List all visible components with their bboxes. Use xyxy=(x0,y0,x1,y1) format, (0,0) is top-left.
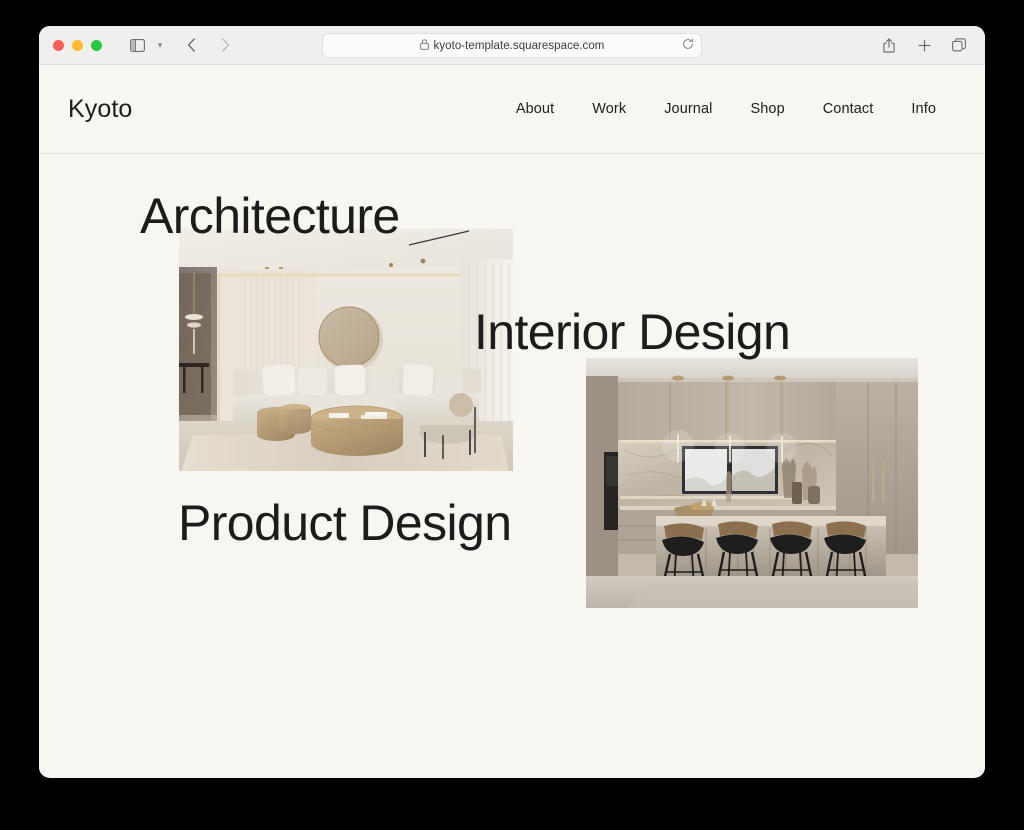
reload-button[interactable] xyxy=(682,37,694,55)
nav-item-work[interactable]: Work xyxy=(573,95,645,123)
reload-icon xyxy=(682,37,694,55)
forward-button[interactable] xyxy=(212,33,238,57)
nav-item-about[interactable]: About xyxy=(497,95,573,123)
heading-architecture[interactable]: Architecture xyxy=(140,191,400,241)
browser-toolbar: ▾ xyxy=(39,26,985,65)
nav-item-journal[interactable]: Journal xyxy=(645,95,731,123)
share-icon xyxy=(883,38,896,53)
address-bar[interactable]: kyoto-template.squarespace.com xyxy=(322,33,702,58)
page-content: Architecture Interior Design Product Des… xyxy=(39,154,985,777)
site-logo[interactable]: Kyoto xyxy=(68,95,132,124)
navigation-controls xyxy=(178,33,238,57)
kitchen-illustration xyxy=(586,358,918,608)
new-tab-icon xyxy=(918,39,931,52)
close-window-button[interactable] xyxy=(53,40,64,51)
url-text: kyoto-template.squarespace.com xyxy=(434,40,605,52)
heading-interior-design[interactable]: Interior Design xyxy=(474,307,790,357)
sidebar-dropdown-button[interactable]: ▾ xyxy=(152,40,168,51)
forward-arrow-icon xyxy=(221,38,230,52)
url-display: kyoto-template.squarespace.com xyxy=(420,37,605,55)
living-room-photo[interactable] xyxy=(179,229,513,471)
main-navigation: About Work Journal Shop Contact Info xyxy=(497,95,955,123)
living-room-illustration xyxy=(179,229,513,471)
sidebar-toggle-icon xyxy=(130,39,145,52)
nav-item-contact[interactable]: Contact xyxy=(804,95,893,123)
window-controls xyxy=(53,40,102,51)
sidebar-controls: ▾ xyxy=(124,33,168,57)
nav-item-info[interactable]: Info xyxy=(892,95,955,123)
heading-product-design[interactable]: Product Design xyxy=(178,498,511,548)
new-tab-button[interactable] xyxy=(911,33,937,57)
back-arrow-icon xyxy=(187,38,196,52)
site-header: Kyoto About Work Journal Shop Contact In… xyxy=(39,65,985,154)
chevron-down-icon: ▾ xyxy=(158,40,163,50)
browser-window: ▾ xyxy=(39,26,985,778)
desktop-background: ▾ xyxy=(0,0,1024,830)
lock-icon xyxy=(420,37,429,55)
tab-overview-button[interactable] xyxy=(946,33,972,57)
sidebar-toggle-button[interactable] xyxy=(124,33,150,57)
maximize-window-button[interactable] xyxy=(91,40,102,51)
share-button[interactable] xyxy=(876,33,902,57)
tab-overview-icon xyxy=(952,38,966,52)
nav-item-shop[interactable]: Shop xyxy=(731,95,803,123)
minimize-window-button[interactable] xyxy=(72,40,83,51)
back-button[interactable] xyxy=(178,33,204,57)
toolbar-right-actions xyxy=(876,33,972,57)
kitchen-photo[interactable] xyxy=(586,358,918,608)
